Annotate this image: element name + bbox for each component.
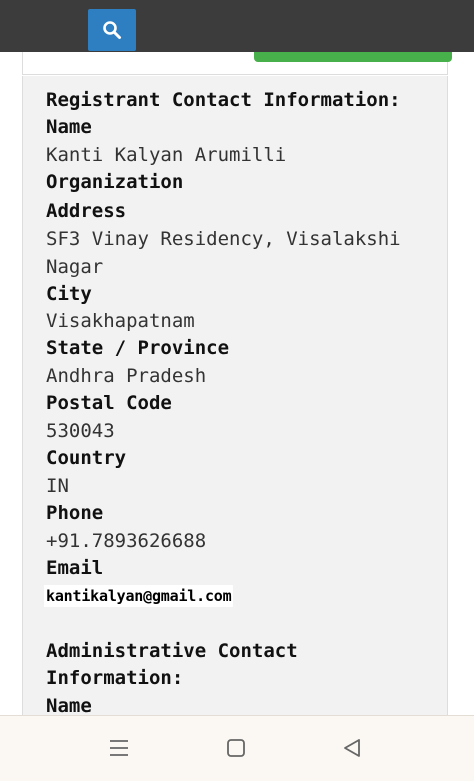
registrant-heading: Registrant Contact Information:	[46, 89, 401, 111]
administrative-heading-line1: Administrative Contact	[46, 640, 298, 662]
registrant-name-label: Name	[46, 116, 92, 138]
registrant-address-line2: Nagar	[46, 256, 104, 278]
registrant-postal-value: 530043	[46, 420, 115, 442]
menu-icon[interactable]	[108, 738, 130, 758]
registrant-state-label: State / Province	[46, 337, 230, 359]
system-navigation-bar	[0, 715, 474, 781]
green-action-button[interactable]	[254, 52, 452, 62]
registrant-email-value: kantikalyan@gmail.com	[44, 585, 234, 607]
page-content: Registrant Contact Information: Name Kan…	[0, 52, 474, 736]
registrant-phone-value: +91.7893626688	[46, 530, 207, 552]
registrant-name-value: Kanti Kalyan Arumilli	[46, 144, 287, 166]
registrant-email-label: Email	[46, 557, 104, 579]
registrant-address-label: Address	[46, 200, 127, 222]
registrant-postal-label: Postal Code	[46, 392, 172, 414]
registrant-country-value: IN	[46, 475, 69, 497]
registrant-city-label: City	[46, 283, 92, 305]
previous-panel	[22, 52, 452, 75]
search-button[interactable]	[88, 9, 136, 51]
registrant-phone-label: Phone	[46, 502, 104, 524]
home-square-icon[interactable]	[225, 738, 247, 758]
back-triangle-icon[interactable]	[341, 738, 363, 758]
registrant-address-line1: SF3 Vinay Residency, Visalakshi	[46, 228, 401, 250]
administrative-heading-line2: Information:	[46, 667, 184, 689]
registrant-country-label: Country	[46, 447, 127, 469]
search-icon	[103, 21, 121, 39]
registrant-state-value: Andhra Pradesh	[46, 365, 207, 387]
registrant-organization-label: Organization	[46, 171, 184, 193]
top-toolbar	[0, 0, 474, 52]
registrant-city-value: Visakhapatnam	[46, 310, 195, 332]
